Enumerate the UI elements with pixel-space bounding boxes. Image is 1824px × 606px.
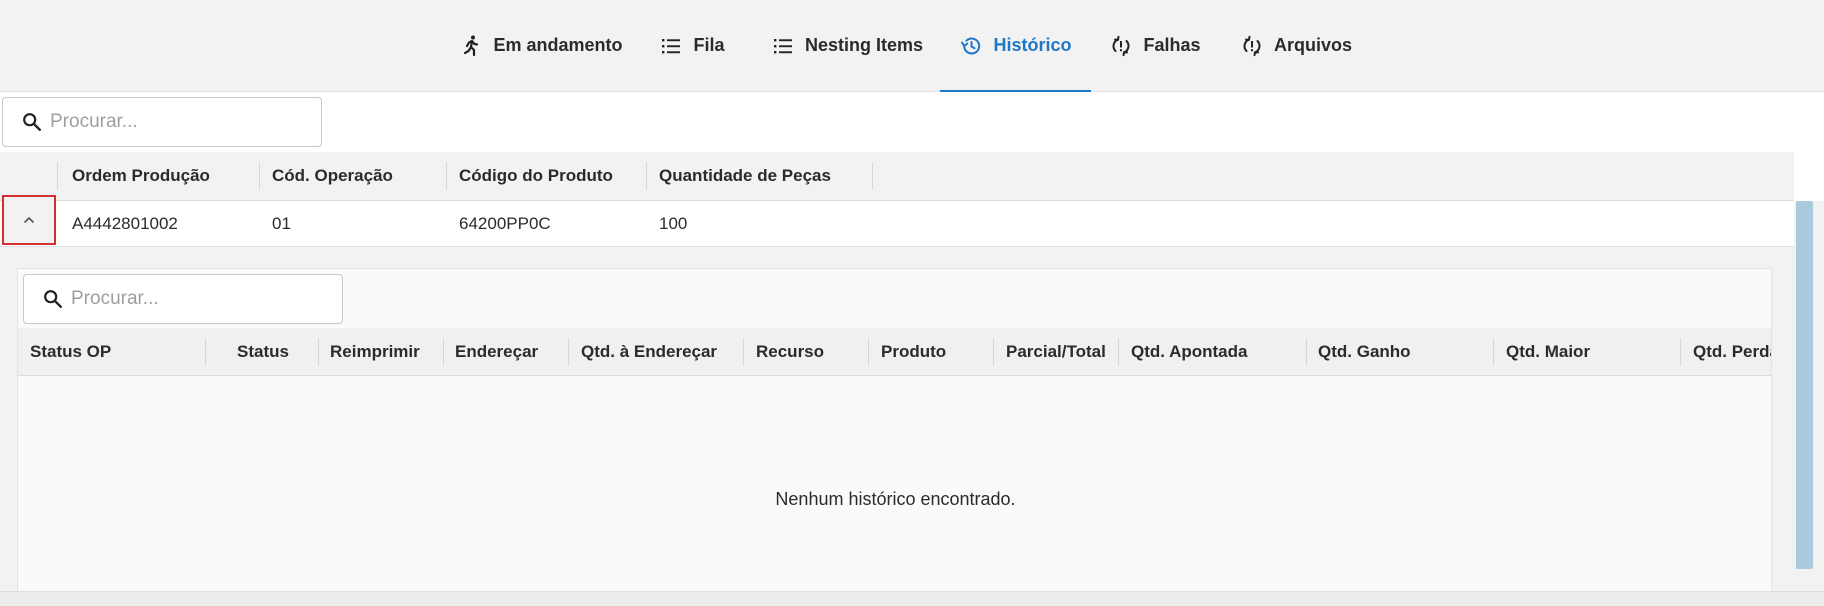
history-search-input[interactable] [71,288,291,310]
history-search-field[interactable] [23,274,343,324]
column-header-parcial-total[interactable]: Parcial/Total [1006,328,1121,375]
tab-nesting-items[interactable]: Nesting Items [762,0,932,91]
search-icon [23,113,41,131]
tab-label: Fila [693,35,725,55]
tab-historico[interactable]: Histórico [940,0,1091,92]
collapse-row-button[interactable] [2,195,56,245]
column-divider [259,162,260,190]
column-header-recurso[interactable]: Recurso [756,328,866,375]
column-divider [1680,338,1681,366]
tab-falhas[interactable]: Falhas [1106,0,1204,91]
column-divider [1493,338,1494,366]
column-divider [568,338,569,366]
chevron-up-icon [24,217,34,223]
tab-bar: Em andamento Fila Nesting Items Históric… [0,0,1824,92]
column-header-qtd-maior[interactable]: Qtd. Maior [1506,328,1681,375]
column-header-reimprimir[interactable]: Reimprimir [330,328,440,375]
column-header-cod-operacao[interactable]: Cód. Operação [272,152,442,200]
column-divider [318,338,319,366]
cell-cod-operacao: 01 [272,214,291,233]
column-header-qtd-a-enderecar[interactable]: Qtd. à Endereçar [581,328,751,375]
column-header-status-op[interactable]: Status OP [30,328,180,375]
search-field[interactable] [2,97,322,147]
column-header-enderecar[interactable]: Endereçar [455,328,565,375]
search-input[interactable] [50,111,270,133]
list-icon [662,38,681,53]
history-panel: Status OP Status Reimprimir Endereçar Qt… [17,268,1772,591]
column-header-qtd-ganho[interactable]: Qtd. Ganho [1318,328,1493,375]
orders-table-header: Ordem Produção Cód. Operação Código do P… [0,152,1794,201]
column-header-codigo-produto[interactable]: Código do Produto [459,152,645,200]
running-person-icon [464,35,479,56]
tab-label: Nesting Items [804,35,924,55]
column-divider [446,162,447,190]
list-icon [773,38,792,53]
column-divider [646,162,647,190]
history-icon [961,37,981,54]
column-divider [868,338,869,366]
column-header-quantidade-pecas[interactable]: Quantidade de Peças [659,152,869,200]
column-divider [1118,338,1119,366]
cell-codigo-produto: 64200PP0C [459,214,551,233]
sync-alert-icon [1243,35,1261,56]
column-divider [993,338,994,366]
column-header-status[interactable]: Status [237,328,327,375]
tab-label: Falhas [1143,35,1201,55]
column-divider [57,162,58,190]
search-icon [44,290,62,308]
empty-state-message: Nenhum histórico encontrado. [775,489,1016,509]
horizontal-scrollbar[interactable] [0,591,1824,606]
history-page: Em andamento Fila Nesting Items Históric… [0,0,1824,606]
table-row[interactable]: A4442801002 01 64200PP0C 100 [0,201,1794,247]
column-divider [1306,338,1307,366]
tab-fila[interactable]: Fila [652,0,732,91]
column-divider [872,162,873,190]
column-divider [205,338,206,366]
tab-em-andamento[interactable]: Em andamento [455,0,627,91]
cell-quantidade-pecas: 100 [659,214,688,233]
search-area [0,92,1824,151]
vertical-scrollbar-thumb[interactable] [1796,201,1813,569]
tab-arquivos[interactable]: Arquivos [1238,0,1354,91]
sync-alert-icon [1113,35,1130,56]
column-header-qtd-apontada[interactable]: Qtd. Apontada [1131,328,1306,375]
column-divider [743,338,744,366]
column-divider [443,338,444,366]
column-header-produto[interactable]: Produto [881,328,991,375]
tab-label: Em andamento [493,35,623,55]
history-table-header: Status OP Status Reimprimir Endereçar Qt… [18,328,1771,376]
column-header-qtd-perda[interactable]: Qtd. Perda [1693,328,1771,375]
tab-label: Histórico [993,35,1072,55]
tab-label: Arquivos [1273,35,1352,55]
column-header-ordem-producao[interactable]: Ordem Produção [72,152,252,200]
cell-ordem-producao: A4442801002 [72,214,178,233]
